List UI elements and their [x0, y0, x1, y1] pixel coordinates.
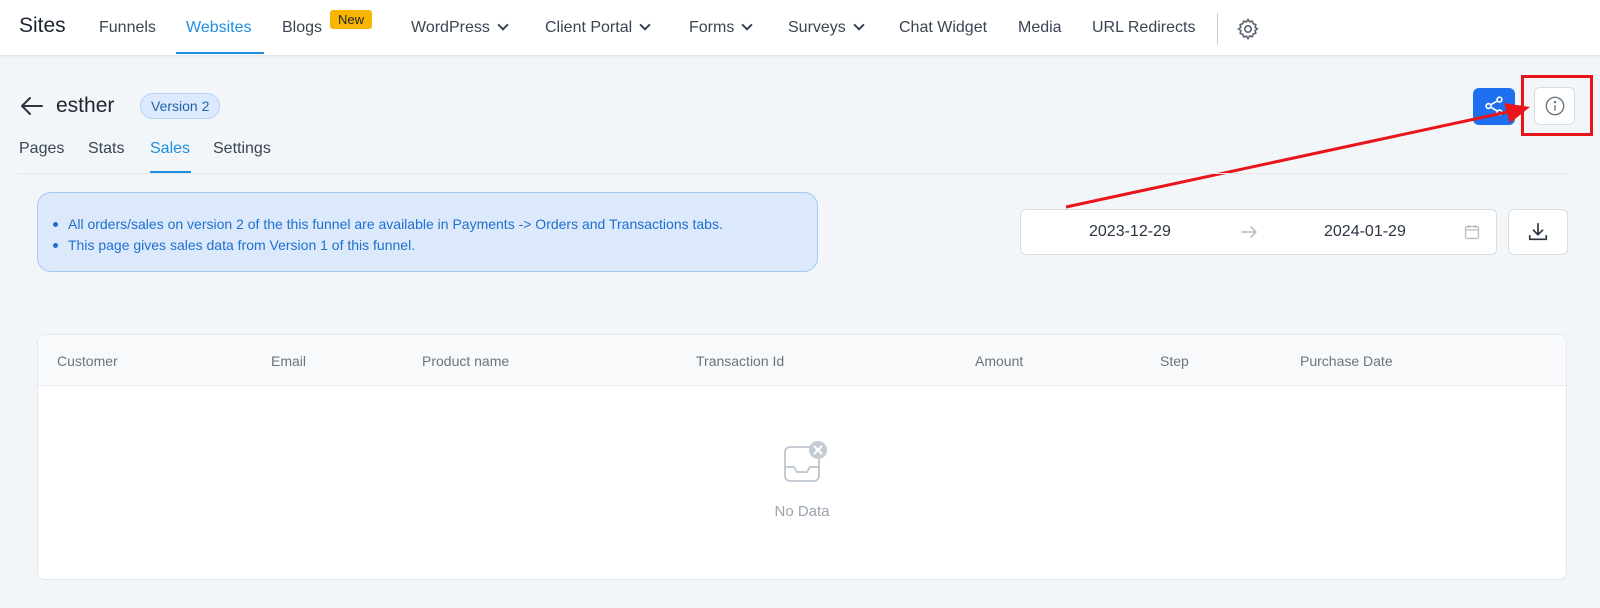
- info-note-line: This page gives sales data from Version …: [53, 235, 723, 256]
- column-header-amount: Amount: [975, 353, 1024, 369]
- annotation-arrow: [1065, 103, 1530, 209]
- tab-pages[interactable]: Pages: [19, 140, 64, 158]
- tabs-divider: [18, 173, 1567, 174]
- app-brand: Sites: [19, 14, 66, 37]
- version-badge: Version 2: [140, 93, 221, 119]
- nav-item-media[interactable]: Media: [1018, 19, 1062, 37]
- info-note-line: All orders/sales on version 2 of the thi…: [53, 214, 723, 235]
- chevron-down-icon: [497, 19, 509, 31]
- active-tab-indicator: [150, 171, 191, 173]
- date-end-input[interactable]: 2024-01-29: [1324, 223, 1406, 241]
- nav-item-forms[interactable]: Forms: [689, 19, 753, 37]
- column-header-transaction-id: Transaction Id: [696, 353, 785, 369]
- column-header-step: Step: [1160, 353, 1189, 369]
- nav-item-forms-label: Forms: [689, 19, 735, 36]
- tab-stats[interactable]: Stats: [88, 140, 124, 158]
- gear-icon[interactable]: [1236, 17, 1260, 41]
- nav-item-wordpress-label: WordPress: [411, 19, 490, 36]
- table-header: Customer Email Product name Transaction …: [38, 335, 1566, 386]
- arrow-right-icon: [1241, 226, 1257, 238]
- page-title: esther: [56, 94, 115, 117]
- column-header-customer: Customer: [57, 353, 118, 369]
- nav-item-url-redirects[interactable]: URL Redirects: [1092, 19, 1195, 37]
- date-range-picker[interactable]: 2023-12-29 2024-01-29: [1020, 209, 1497, 255]
- empty-state-text: No Data: [774, 503, 830, 520]
- tab-sales[interactable]: Sales: [150, 140, 190, 158]
- top-nav: Sites Funnels Websites Blogs New WordPre…: [0, 0, 1600, 56]
- column-header-email: Email: [271, 353, 307, 369]
- empty-inbox-icon: [784, 441, 827, 482]
- date-start-input[interactable]: 2023-12-29: [1089, 223, 1171, 241]
- nav-item-chat-widget[interactable]: Chat Widget: [899, 19, 987, 37]
- download-icon: [1528, 222, 1548, 241]
- nav-item-funnels[interactable]: Funnels: [99, 19, 156, 37]
- nav-item-surveys[interactable]: Surveys: [788, 19, 865, 37]
- chevron-down-icon: [741, 19, 753, 31]
- nav-item-surveys-label: Surveys: [788, 19, 846, 36]
- nav-item-client-portal-label: Client Portal: [545, 19, 633, 36]
- new-badge: New: [330, 10, 372, 29]
- nav-item-wordpress[interactable]: WordPress: [411, 19, 509, 37]
- info-note: All orders/sales on version 2 of the thi…: [37, 192, 818, 272]
- download-button[interactable]: [1508, 209, 1568, 255]
- tab-settings[interactable]: Settings: [213, 140, 271, 158]
- column-header-purchase-date: Purchase Date: [1300, 353, 1393, 369]
- chevron-down-icon: [853, 19, 865, 31]
- back-arrow-icon[interactable]: [20, 96, 44, 116]
- chevron-down-icon: [639, 19, 651, 31]
- nav-item-websites[interactable]: Websites: [186, 19, 252, 37]
- nav-item-client-portal[interactable]: Client Portal: [545, 19, 651, 37]
- column-header-product-name: Product name: [422, 353, 510, 369]
- sales-table: Customer Email Product name Transaction …: [37, 334, 1567, 580]
- calendar-icon: [1464, 225, 1480, 240]
- nav-divider: [1217, 13, 1218, 45]
- active-nav-indicator: [176, 52, 264, 54]
- nav-item-blogs[interactable]: Blogs: [282, 19, 322, 37]
